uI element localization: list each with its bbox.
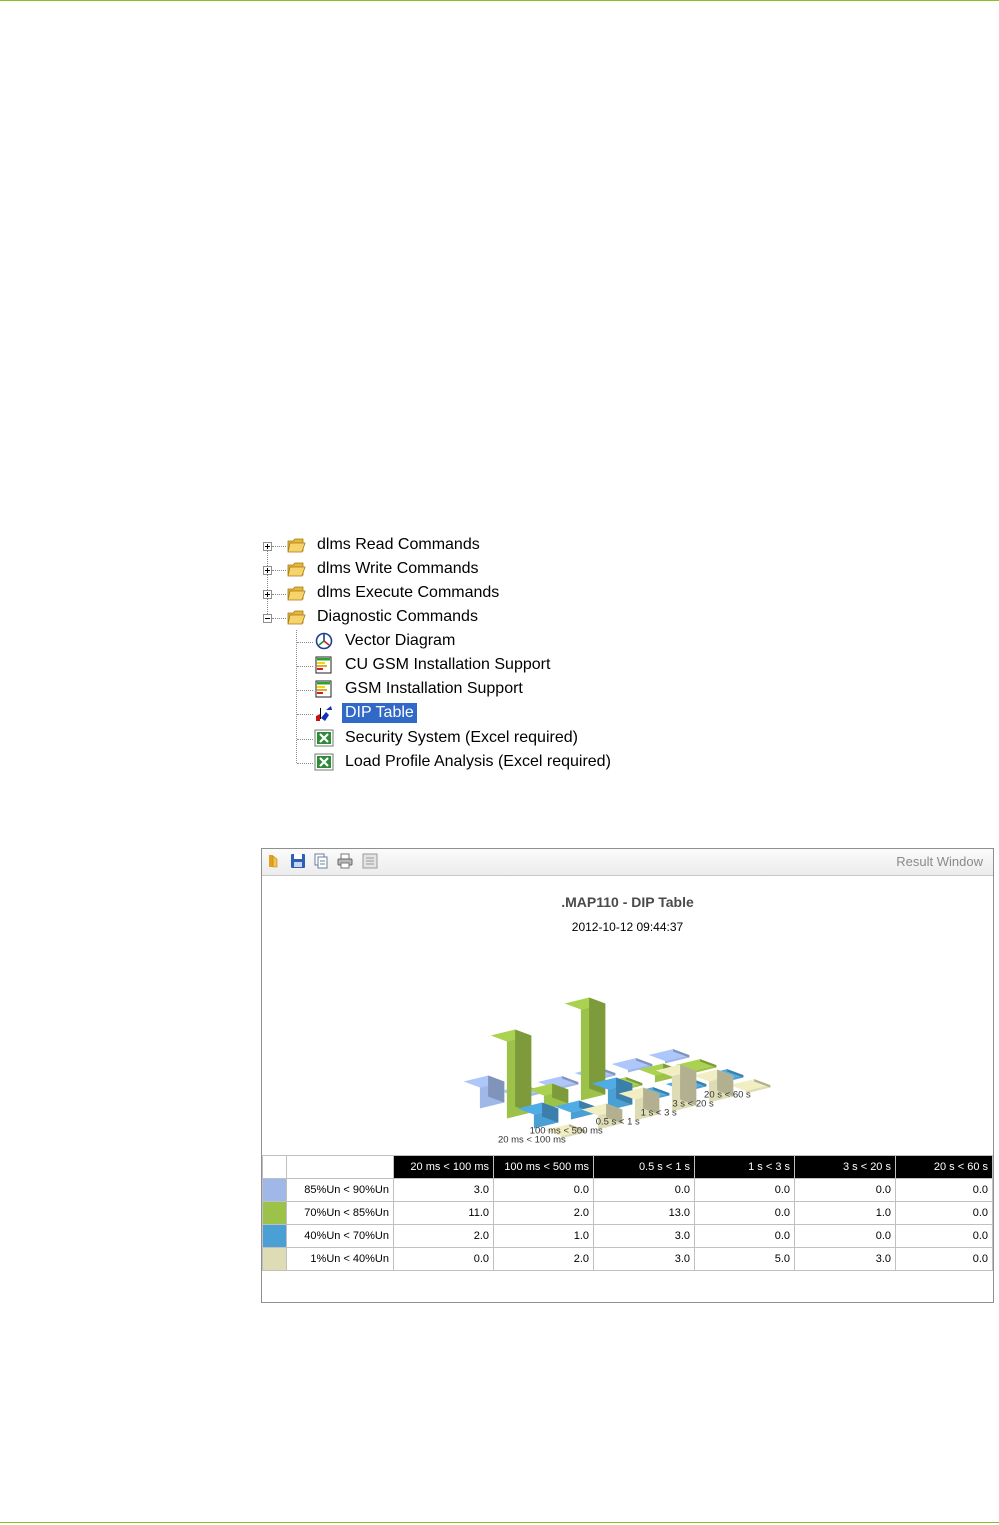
table-cell: 1.0 (493, 1224, 594, 1248)
chart-plot: 20 ms < 100 ms100 ms < 500 ms0.5 s < 1 s… (463, 997, 771, 1145)
table-cell: 0.0 (895, 1178, 993, 1202)
table-cell: 5.0 (694, 1247, 795, 1271)
tree-item-label: Security System (Excel required) (345, 729, 578, 746)
table-cell: 0.0 (694, 1201, 795, 1225)
row-label: 85%Un < 90%Un (286, 1178, 394, 1202)
legend-swatch (262, 1224, 287, 1248)
table-cell: 0.0 (895, 1201, 993, 1225)
tree-item-security-system-excel-required[interactable]: Security System (Excel required) (314, 727, 581, 749)
tree-item-label: dlms Write Commands (317, 560, 479, 577)
category-tick-label: 100 ms < 500 ms (530, 1125, 603, 1136)
table-header-blank (262, 1155, 287, 1179)
tree-item-dlms-write-commands[interactable]: dlms Write Commands (286, 558, 482, 580)
export-icon[interactable] (362, 853, 378, 869)
dip-chart: .MAP110 - DIP Table 2012-10-12 09:44:37 … (262, 876, 993, 1154)
table-cell: 0.0 (895, 1247, 993, 1271)
gsm-report-icon (314, 680, 334, 698)
table-cell: 2.0 (393, 1224, 494, 1248)
tree-item-label: GSM Installation Support (345, 680, 523, 697)
table-cell: 2.0 (493, 1201, 594, 1225)
table-cell: 3.0 (794, 1247, 896, 1271)
collapse-toggle-icon[interactable] (263, 614, 272, 623)
folder-icon (286, 608, 306, 626)
table-header-blank (286, 1155, 394, 1179)
row-label: 1%Un < 40%Un (286, 1247, 394, 1271)
table-column-header[interactable]: 20 s < 60 s (895, 1155, 993, 1179)
folder-icon (286, 560, 306, 578)
row-label: 70%Un < 85%Un (286, 1201, 394, 1225)
table-cell: 3.0 (393, 1178, 494, 1202)
table-column-header[interactable]: 0.5 s < 1 s (593, 1155, 695, 1179)
bar-side (515, 1029, 532, 1113)
table-cell: 11.0 (393, 1201, 494, 1225)
table-cell: 0.0 (694, 1224, 795, 1248)
tree-item-load-profile-analysis-excel-required[interactable]: Load Profile Analysis (Excel required) (314, 751, 614, 773)
tree-item-dlms-execute-commands[interactable]: dlms Execute Commands (286, 582, 502, 604)
legend-swatch (262, 1201, 287, 1225)
tree-item-dlms-read-commands[interactable]: dlms Read Commands (286, 534, 483, 556)
table-cell: 13.0 (593, 1201, 695, 1225)
table-cell: 0.0 (393, 1247, 494, 1271)
tree-item-label: Vector Diagram (345, 632, 456, 649)
table-cell: 0.0 (493, 1178, 594, 1202)
table-cell: 1.0 (794, 1201, 896, 1225)
table-column-header[interactable]: 3 s < 20 s (794, 1155, 896, 1179)
table-cell: 0.0 (794, 1178, 896, 1202)
tree-item-cu-gsm-installation-support[interactable]: CU GSM Installation Support (314, 654, 553, 676)
table-cell: 0.0 (794, 1224, 896, 1248)
table-row: 70%Un < 85%Un 11.0 2.0 13.0 0.0 1.0 0.0 (262, 1201, 993, 1225)
category-tick-label: 0.5 s < 1 s (596, 1116, 640, 1127)
vector-diagram-icon (314, 632, 334, 650)
folder-icon (286, 536, 306, 554)
tree-item-dip-table[interactable]: DIP Table (314, 702, 417, 724)
tree-item-vector-diagram[interactable]: Vector Diagram (314, 630, 458, 652)
tree-item-label: DIP Table (342, 703, 417, 723)
tree-item-diagnostic-commands[interactable]: Diagnostic Commands (286, 606, 481, 628)
command-tree: dlms Read Commands dlms Write Commands dlm… (258, 534, 618, 778)
table-cell: 0.0 (895, 1224, 993, 1248)
table-cell: 2.0 (493, 1247, 594, 1271)
dip-data-table: 20 ms < 100 ms 100 ms < 500 ms 0.5 s < 1 s… (262, 1155, 993, 1271)
table-column-header[interactable]: 100 ms < 500 ms (493, 1155, 594, 1179)
open-icon[interactable] (266, 853, 282, 869)
legend-swatch (262, 1247, 287, 1271)
top-rule (0, 0, 999, 1)
table-cell: 3.0 (593, 1224, 695, 1248)
legend-swatch (262, 1178, 287, 1202)
bar-side (589, 997, 606, 1095)
copy-icon[interactable] (313, 853, 329, 869)
excel-icon (314, 729, 334, 747)
gsm-report-icon (314, 656, 334, 674)
table-row: 85%Un < 90%Un 3.0 0.0 0.0 0.0 0.0 0.0 (262, 1178, 993, 1202)
tree-item-label: Load Profile Analysis (Excel required) (345, 753, 611, 770)
folder-icon (286, 584, 306, 602)
expand-toggle-icon[interactable] (263, 542, 272, 551)
table-cell: 0.0 (593, 1178, 695, 1202)
expand-toggle-icon[interactable] (263, 566, 272, 575)
dip-table-icon (314, 704, 334, 722)
excel-icon (314, 753, 334, 771)
table-header-row: 20 ms < 100 ms 100 ms < 500 ms 0.5 s < 1 s… (262, 1155, 993, 1179)
bottom-rule (0, 1522, 999, 1523)
tree-item-gsm-installation-support[interactable]: GSM Installation Support (314, 678, 526, 700)
category-tick-label: 20 s < 60 s (704, 1089, 751, 1100)
print-icon[interactable] (337, 853, 353, 869)
table-row: 1%Un < 40%Un 0.0 2.0 3.0 5.0 3.0 0.0 (262, 1247, 993, 1271)
tree-item-label: Diagnostic Commands (317, 608, 478, 625)
result-toolbar: Result Window (262, 849, 993, 876)
table-cell: 0.0 (694, 1178, 795, 1202)
result-window-title: Result Window (896, 854, 983, 869)
tree-item-label: dlms Read Commands (317, 536, 480, 553)
expand-toggle-icon[interactable] (263, 590, 272, 599)
result-window: Result Window .MAP110 - DIP Table 2012-1… (261, 848, 994, 1303)
table-row: 40%Un < 70%Un 2.0 1.0 3.0 0.0 0.0 0.0 (262, 1224, 993, 1248)
row-label: 40%Un < 70%Un (286, 1224, 394, 1248)
table-column-header[interactable]: 20 ms < 100 ms (393, 1155, 494, 1179)
save-icon[interactable] (290, 853, 306, 869)
tree-item-label: dlms Execute Commands (317, 584, 500, 601)
table-column-header[interactable]: 1 s < 3 s (694, 1155, 795, 1179)
tree-item-label: CU GSM Installation Support (345, 656, 551, 673)
table-cell: 3.0 (593, 1247, 695, 1271)
